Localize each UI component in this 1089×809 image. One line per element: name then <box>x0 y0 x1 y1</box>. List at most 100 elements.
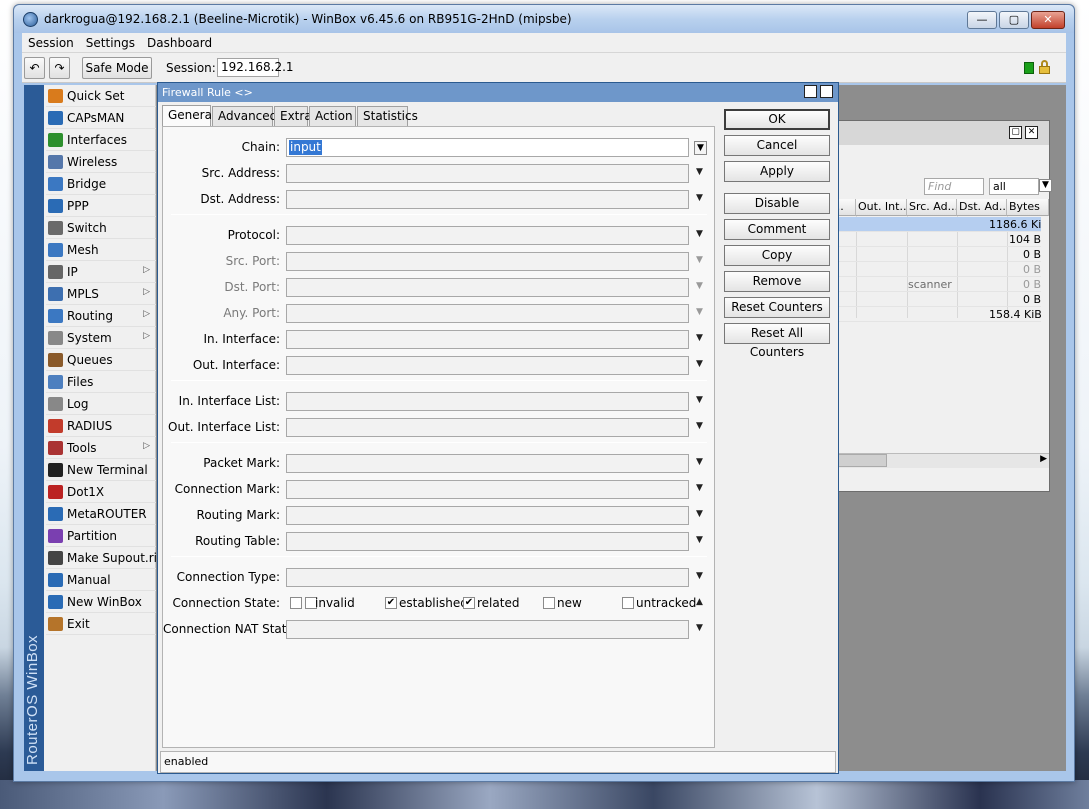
find-input[interactable]: Find <box>924 178 984 195</box>
filter-dropdown-arrow-icon[interactable]: ▼ <box>1039 179 1052 192</box>
routing-mark-field[interactable] <box>286 506 689 525</box>
dst-port-field[interactable] <box>286 278 689 297</box>
close-window-button[interactable]: ✕ <box>1031 11 1065 29</box>
tab-general[interactable]: General <box>162 105 215 126</box>
column-header[interactable]: Src. Ad... <box>907 199 957 216</box>
column-header[interactable]: Dst. Ad... <box>957 199 1007 216</box>
column-header[interactable]: Bytes <box>1007 199 1049 216</box>
filter-select[interactable]: all <box>989 178 1039 195</box>
dst-port-dropdown-icon[interactable]: ▼ <box>696 281 703 291</box>
dialog-maximize-button[interactable]: ▢ <box>804 85 817 98</box>
connection-mark-dropdown-icon[interactable]: ▼ <box>696 483 703 493</box>
checkbox-untracked[interactable] <box>622 597 634 609</box>
dialog-title-bar[interactable]: Firewall Rule <> ▢ ✕ <box>158 83 838 102</box>
tab-extra[interactable]: Extra <box>274 106 312 126</box>
firewall-list-window[interactable]: ▢ ✕ Find all ▼ er... Out. Int... Src. Ad… <box>820 120 1052 492</box>
connection-state-checkbox[interactable] <box>290 597 302 609</box>
checkbox-new[interactable] <box>543 597 555 609</box>
tab-advanced[interactable]: Advanced <box>212 106 277 126</box>
sidebar-item-radius[interactable]: RADIUS <box>46 416 156 437</box>
table-row[interactable]: 0 B <box>821 262 1041 277</box>
sidebar-item-ip[interactable]: IP ▷ <box>46 262 156 283</box>
protocol-dropdown-icon[interactable]: ▼ <box>696 229 703 239</box>
connection-type-field[interactable] <box>286 568 689 587</box>
table-row[interactable]: 0 B <box>821 292 1041 307</box>
sidebar-item-ppp[interactable]: PPP <box>46 196 156 217</box>
packet-mark-field[interactable] <box>286 454 689 473</box>
dst-address-field[interactable] <box>286 190 689 209</box>
sidebar-item-interfaces[interactable]: Interfaces <box>46 130 156 151</box>
scroll-right-icon[interactable]: ▶ <box>1040 454 1047 464</box>
in-interface-list-field[interactable] <box>286 392 689 411</box>
safe-mode-button[interactable]: Safe Mode <box>82 57 152 79</box>
cancel-button[interactable]: Cancel <box>724 135 830 156</box>
list-window-title-bar[interactable]: ▢ ✕ <box>821 121 1049 145</box>
connection-type-dropdown-icon[interactable]: ▼ <box>696 571 703 581</box>
any-port-field[interactable] <box>286 304 689 323</box>
in-interface-list-dropdown-icon[interactable]: ▼ <box>696 395 703 405</box>
redo-button[interactable]: ↷ <box>49 57 70 79</box>
sidebar-item-system[interactable]: System ▷ <box>46 328 156 349</box>
collapse-arrow-icon[interactable]: ▲ <box>696 597 703 607</box>
in-interface-field[interactable] <box>286 330 689 349</box>
tab-action[interactable]: Action <box>309 106 356 126</box>
menu-dashboard[interactable]: Dashboard <box>141 33 218 53</box>
sidebar-item-files[interactable]: Files <box>46 372 156 393</box>
sidebar-item-new-terminal[interactable]: New Terminal <box>46 460 156 481</box>
tab-statistics[interactable]: Statistics <box>357 106 418 126</box>
reset-counters-button[interactable]: Reset Counters <box>724 297 830 318</box>
src-address-field[interactable] <box>286 164 689 183</box>
src-address-dropdown-icon[interactable]: ▼ <box>696 167 703 177</box>
ok-button[interactable]: OK <box>724 109 830 130</box>
connection-mark-field[interactable] <box>286 480 689 499</box>
column-header[interactable]: Out. Int... <box>856 199 907 216</box>
routing-table-dropdown-icon[interactable]: ▼ <box>696 535 703 545</box>
sidebar-item-quick-set[interactable]: Quick Set <box>46 86 156 107</box>
sidebar-item-mesh[interactable]: Mesh <box>46 240 156 261</box>
title-bar[interactable]: darkrogua@192.168.2.1 (Beeline-Microtik)… <box>14 5 1074 33</box>
sidebar-item-exit[interactable]: Exit <box>46 614 156 635</box>
any-port-dropdown-icon[interactable]: ▼ <box>696 307 703 317</box>
sidebar-item-tools[interactable]: Tools ▷ <box>46 438 156 459</box>
horizontal-scrollbar[interactable]: ▶ <box>821 453 1049 468</box>
maximize-button[interactable]: ▢ <box>999 11 1029 29</box>
session-field[interactable]: 192.168.2.1 <box>217 58 294 77</box>
connection-nat-state-field[interactable] <box>286 620 689 639</box>
sidebar-item-metarouter[interactable]: MetaROUTER <box>46 504 156 525</box>
list-close-button[interactable]: ✕ <box>1025 126 1038 139</box>
out-interface-list-dropdown-icon[interactable]: ▼ <box>696 421 703 431</box>
remove-button[interactable]: Remove <box>724 271 830 292</box>
disable-button[interactable]: Disable <box>724 193 830 214</box>
minimize-button[interactable]: — <box>967 11 997 29</box>
connection-nat-state-dropdown-icon[interactable]: ▼ <box>696 623 703 633</box>
dst-address-dropdown-icon[interactable]: ▼ <box>696 193 703 203</box>
out-interface-field[interactable] <box>286 356 689 375</box>
chain-dropdown-icon[interactable]: ▼ <box>694 141 707 155</box>
checkbox-related[interactable]: ✔ <box>463 597 475 609</box>
out-interface-dropdown-icon[interactable]: ▼ <box>696 359 703 369</box>
sidebar-item-log[interactable]: Log <box>46 394 156 415</box>
sidebar-item-capsman[interactable]: CAPsMAN <box>46 108 156 129</box>
routing-mark-dropdown-icon[interactable]: ▼ <box>696 509 703 519</box>
table-row[interactable]: 158.4 KiB <box>821 307 1041 322</box>
reset-all-counters-button[interactable]: Reset All Counters <box>724 323 830 359</box>
comment-button[interactable]: Comment <box>724 219 830 240</box>
table-row[interactable]: 104 B <box>821 232 1041 247</box>
list-maximize-button[interactable]: ▢ <box>1009 126 1022 139</box>
dialog-close-button[interactable]: ✕ <box>820 85 833 98</box>
sidebar-item-queues[interactable]: Queues <box>46 350 156 371</box>
sidebar-item-make-supout-rif[interactable]: Make Supout.rif <box>46 548 161 569</box>
menu-session[interactable]: Session <box>22 33 80 53</box>
chain-field[interactable]: input ▼ <box>286 138 707 157</box>
sidebar-item-bridge[interactable]: Bridge <box>46 174 156 195</box>
protocol-field[interactable] <box>286 226 689 245</box>
table-row[interactable]: 0 B <box>821 247 1041 262</box>
sidebar-item-wireless[interactable]: Wireless <box>46 152 156 173</box>
sidebar-item-new-winbox[interactable]: New WinBox <box>46 592 156 613</box>
src-port-dropdown-icon[interactable]: ▼ <box>696 255 703 265</box>
sidebar-item-manual[interactable]: Manual <box>46 570 156 591</box>
sidebar-item-mpls[interactable]: MPLS ▷ <box>46 284 156 305</box>
checkbox-established[interactable]: ✔ <box>385 597 397 609</box>
sidebar-item-switch[interactable]: Switch <box>46 218 156 239</box>
undo-button[interactable]: ↶ <box>24 57 45 79</box>
